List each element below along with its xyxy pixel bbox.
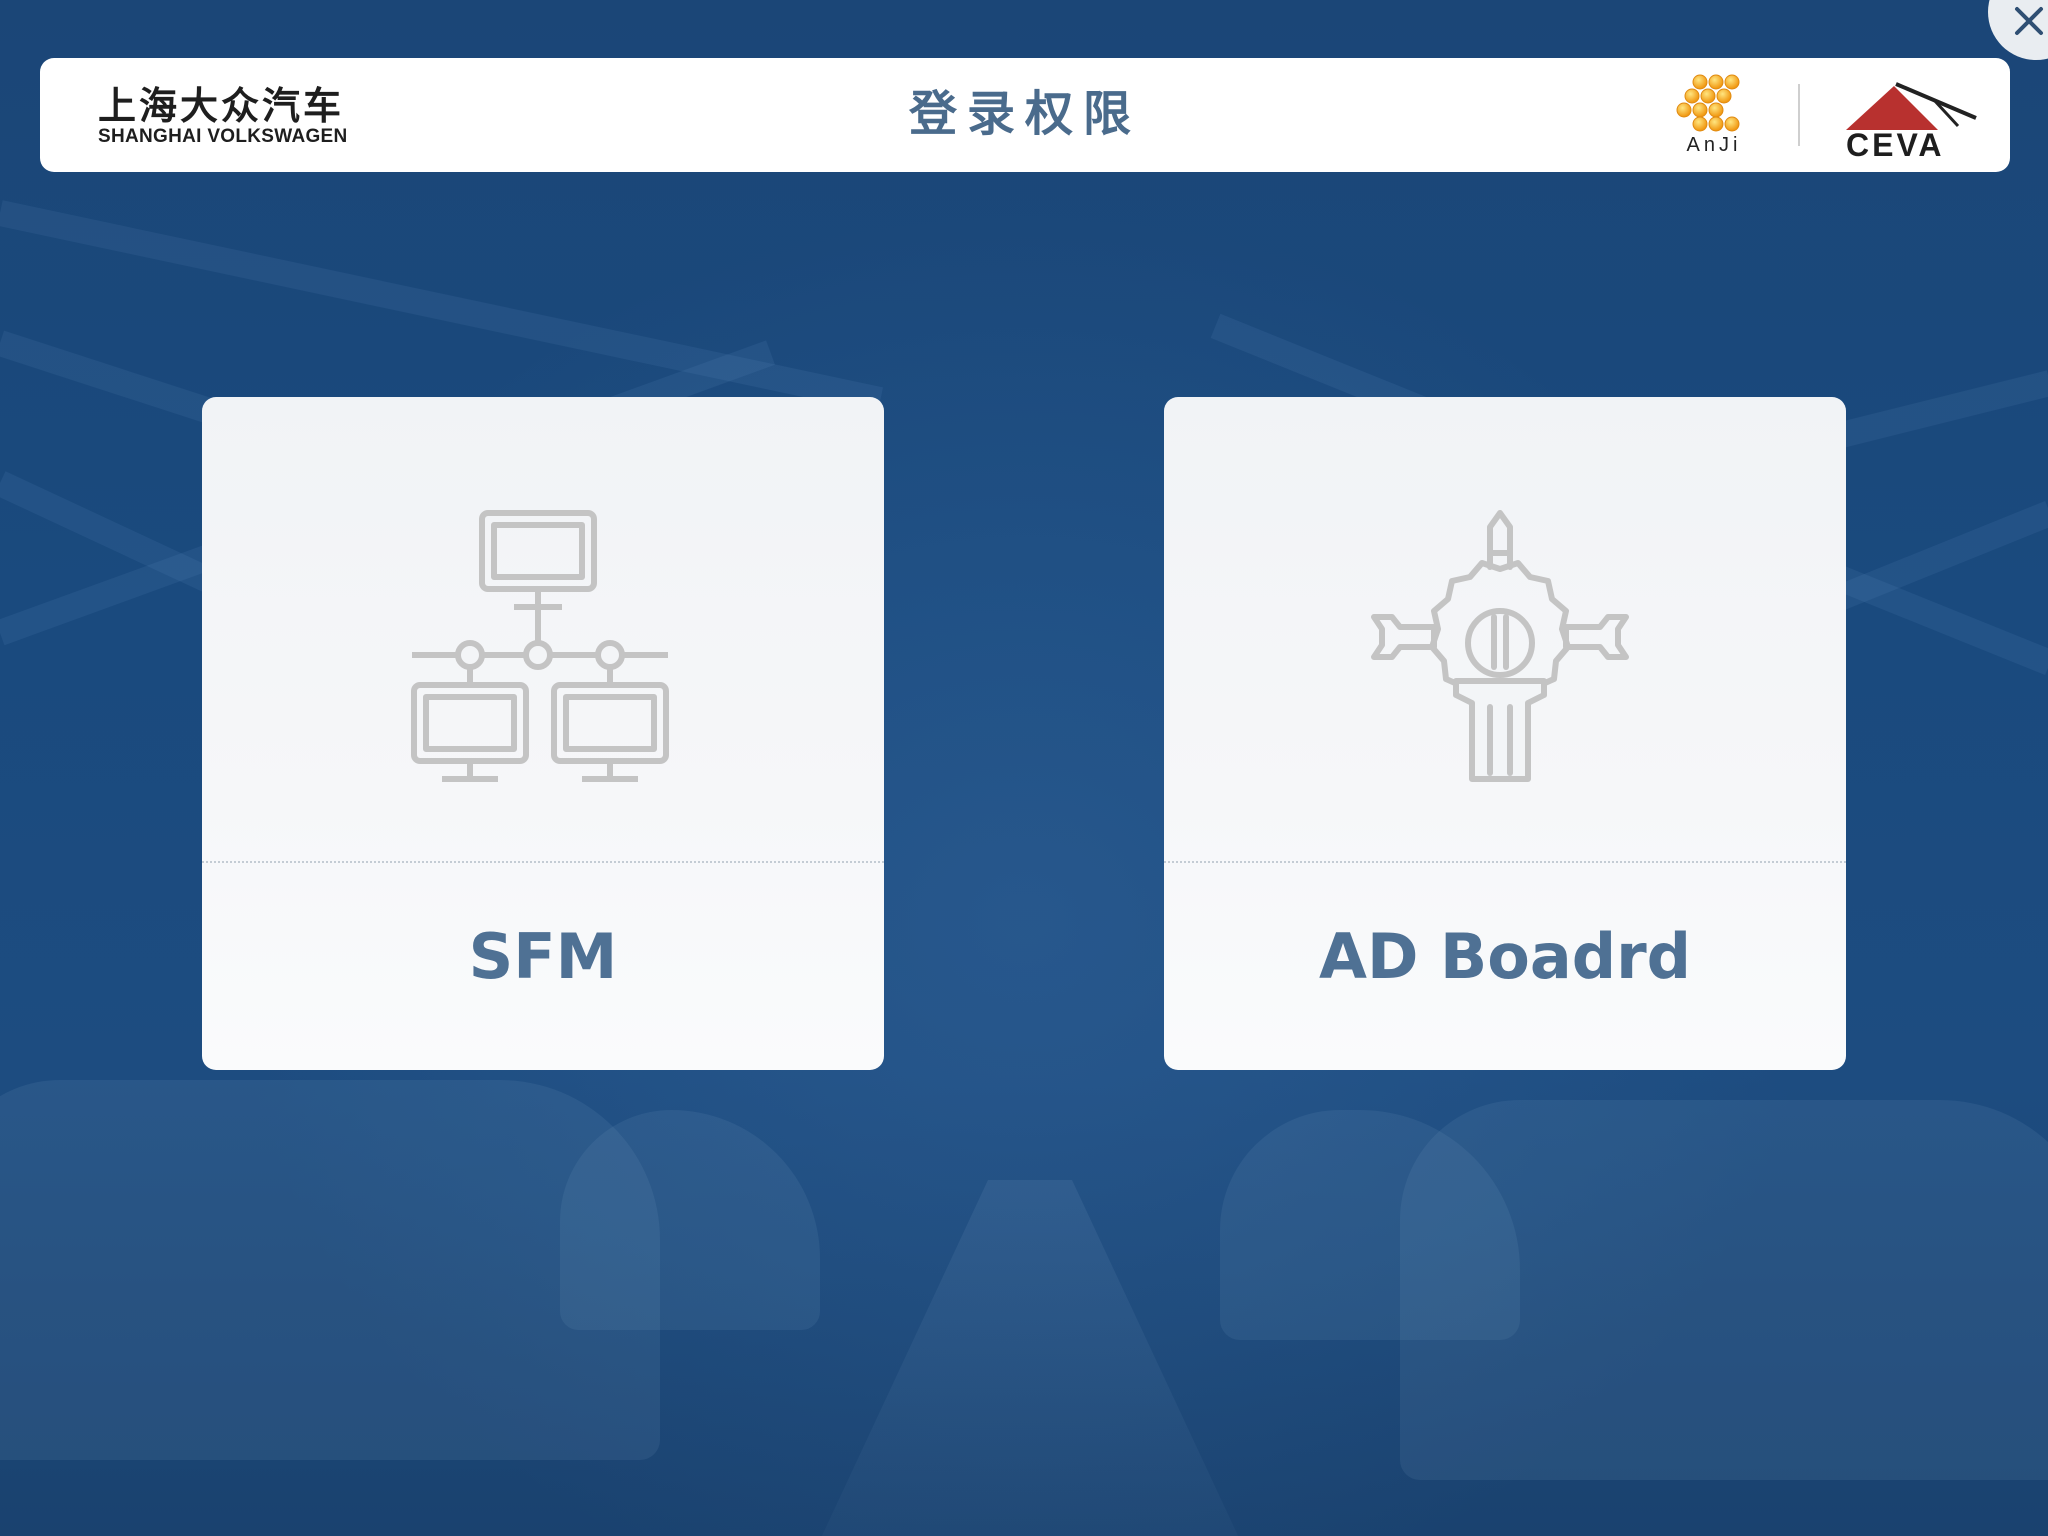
brand-name-cn: 上海大众汽车: [98, 84, 345, 128]
shanghai-volkswagen-logo: 上海大众汽车 SHANGHAI VOLKSWAGEN: [98, 86, 398, 150]
card-divider: [202, 861, 884, 863]
ad-board-option-card[interactable]: AD Boadrd: [1164, 397, 1846, 1070]
anji-logo: AnJi: [1672, 74, 1756, 160]
logo-divider: [1798, 84, 1800, 146]
ceva-logo: CEVA: [1838, 74, 1980, 163]
sfm-option-card[interactable]: SFM: [202, 397, 884, 1070]
ceva-logo-text: CEVA: [1846, 127, 1945, 162]
brand-name-en: SHANGHAI VOLKSWAGEN: [98, 126, 348, 147]
sfm-option-label: SFM: [468, 920, 618, 993]
anji-logo-text: AnJi: [1686, 134, 1742, 156]
app-screen: 上海大众汽车 SHANGHAI VOLKSWAGEN 登录权限 AnJi CEV…: [0, 0, 2048, 1536]
card-divider: [1164, 861, 1846, 863]
network-computers-icon: [202, 507, 884, 787]
ad-board-option-label: AD Boadrd: [1318, 920, 1692, 993]
close-button[interactable]: [1988, 0, 2048, 60]
tools-gear-icon: [1164, 507, 1846, 787]
header-bar: 上海大众汽车 SHANGHAI VOLKSWAGEN 登录权限 AnJi CEV…: [40, 58, 2010, 172]
close-icon: [2015, 7, 2043, 35]
